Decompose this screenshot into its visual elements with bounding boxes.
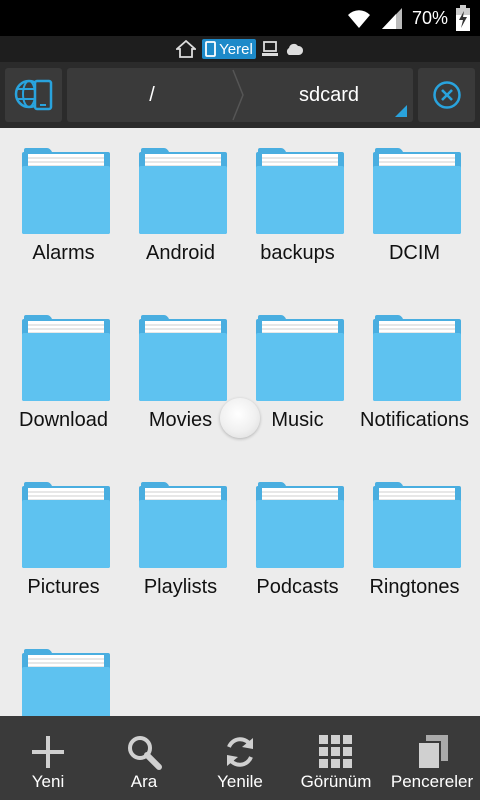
close-icon (432, 81, 461, 109)
view-button[interactable]: Görünüm (288, 716, 384, 800)
bottom-toolbar: Yeni Ara Yenile Görünüm Pencereler (0, 716, 480, 800)
breadcrumb-current[interactable]: sdcard (245, 68, 413, 122)
cloud-icon[interactable] (284, 42, 304, 56)
folder-icon (22, 148, 110, 234)
folder-item-dcim[interactable]: DCIM (356, 128, 473, 288)
folder-item-music[interactable]: Music (239, 295, 356, 455)
status-bar: 70% (0, 0, 480, 36)
folder-icon (22, 649, 110, 716)
folder-item-notifications[interactable]: Notifications (356, 295, 473, 455)
folder-label: DCIM (388, 242, 441, 264)
folder-item-download[interactable]: Download (5, 295, 122, 455)
folder-item-playlists[interactable]: Playlists (122, 462, 239, 622)
refresh-icon (227, 737, 253, 767)
folder-icon (256, 482, 344, 568)
folder-label: Download (19, 409, 108, 431)
folder-item-ringtones[interactable]: Ringtones (356, 462, 473, 622)
folder-label: Android (146, 242, 215, 264)
breadcrumb-separator-icon (232, 69, 244, 121)
folder-item-movies[interactable]: Movies (122, 295, 239, 455)
computer-icon[interactable] (261, 41, 278, 57)
breadcrumb-root[interactable]: / (67, 68, 237, 122)
navigation-bar: / sdcard (0, 62, 480, 128)
plus-icon (32, 736, 64, 768)
windows-button[interactable]: Pencereler (384, 716, 480, 800)
folder-item-alarms[interactable]: Alarms (5, 128, 122, 288)
folder-item-backups[interactable]: backups (239, 128, 356, 288)
view-button-label: Görünüm (300, 772, 372, 791)
new-button-label: Yeni (31, 772, 65, 791)
wifi-icon (347, 10, 370, 28)
status-icons: 70% (346, 5, 470, 31)
folder-item-partial[interactable] (5, 629, 122, 716)
globe-phone-icon (14, 79, 52, 111)
search-icon (128, 736, 162, 770)
home-icon[interactable] (176, 40, 197, 58)
folder-icon (22, 482, 110, 568)
network-toggle-button[interactable] (5, 68, 62, 122)
battery-charging-icon (456, 5, 470, 31)
folder-icon (139, 315, 227, 401)
folder-item-podcasts[interactable]: Podcasts (239, 462, 356, 622)
dropdown-corner-icon[interactable] (395, 105, 407, 117)
folder-label: Ringtones (369, 576, 460, 598)
search-button[interactable]: Ara (96, 716, 192, 800)
battery-percent: 70% (411, 7, 448, 28)
folder-icon (256, 315, 344, 401)
refresh-button[interactable]: Yenile (192, 716, 288, 800)
breadcrumb: / sdcard (67, 68, 413, 122)
location-local[interactable]: Yerel (202, 39, 256, 59)
signal-icon (381, 8, 402, 29)
windows-icon (417, 735, 448, 770)
grid-view-icon (319, 735, 352, 768)
refresh-button-label: Yenile (217, 772, 263, 791)
phone-icon (205, 41, 217, 57)
folder-label: Pictures (27, 576, 100, 598)
folder-label: backups (260, 242, 335, 264)
folder-item-pictures[interactable]: Pictures (5, 462, 122, 622)
location-bar: Yerel (0, 36, 480, 62)
search-button-label: Ara (130, 772, 158, 791)
folder-item-android[interactable]: Android (122, 128, 239, 288)
folder-icon (139, 482, 227, 568)
folder-label: Notifications (360, 409, 469, 431)
new-button[interactable]: Yeni (0, 716, 96, 800)
location-local-label: Yerel (219, 40, 253, 58)
folder-icon (139, 148, 227, 234)
loading-indicator (220, 398, 260, 438)
windows-button-label: Pencereler (390, 772, 474, 791)
folder-label: Playlists (143, 576, 218, 598)
folder-icon (373, 315, 461, 401)
folder-icon (256, 148, 344, 234)
folder-icon (373, 482, 461, 568)
folder-icon (22, 315, 110, 401)
folder-label: Podcasts (256, 576, 339, 598)
folder-icon (373, 148, 461, 234)
close-tab-button[interactable] (418, 68, 475, 122)
folder-label: Alarms (32, 242, 95, 264)
